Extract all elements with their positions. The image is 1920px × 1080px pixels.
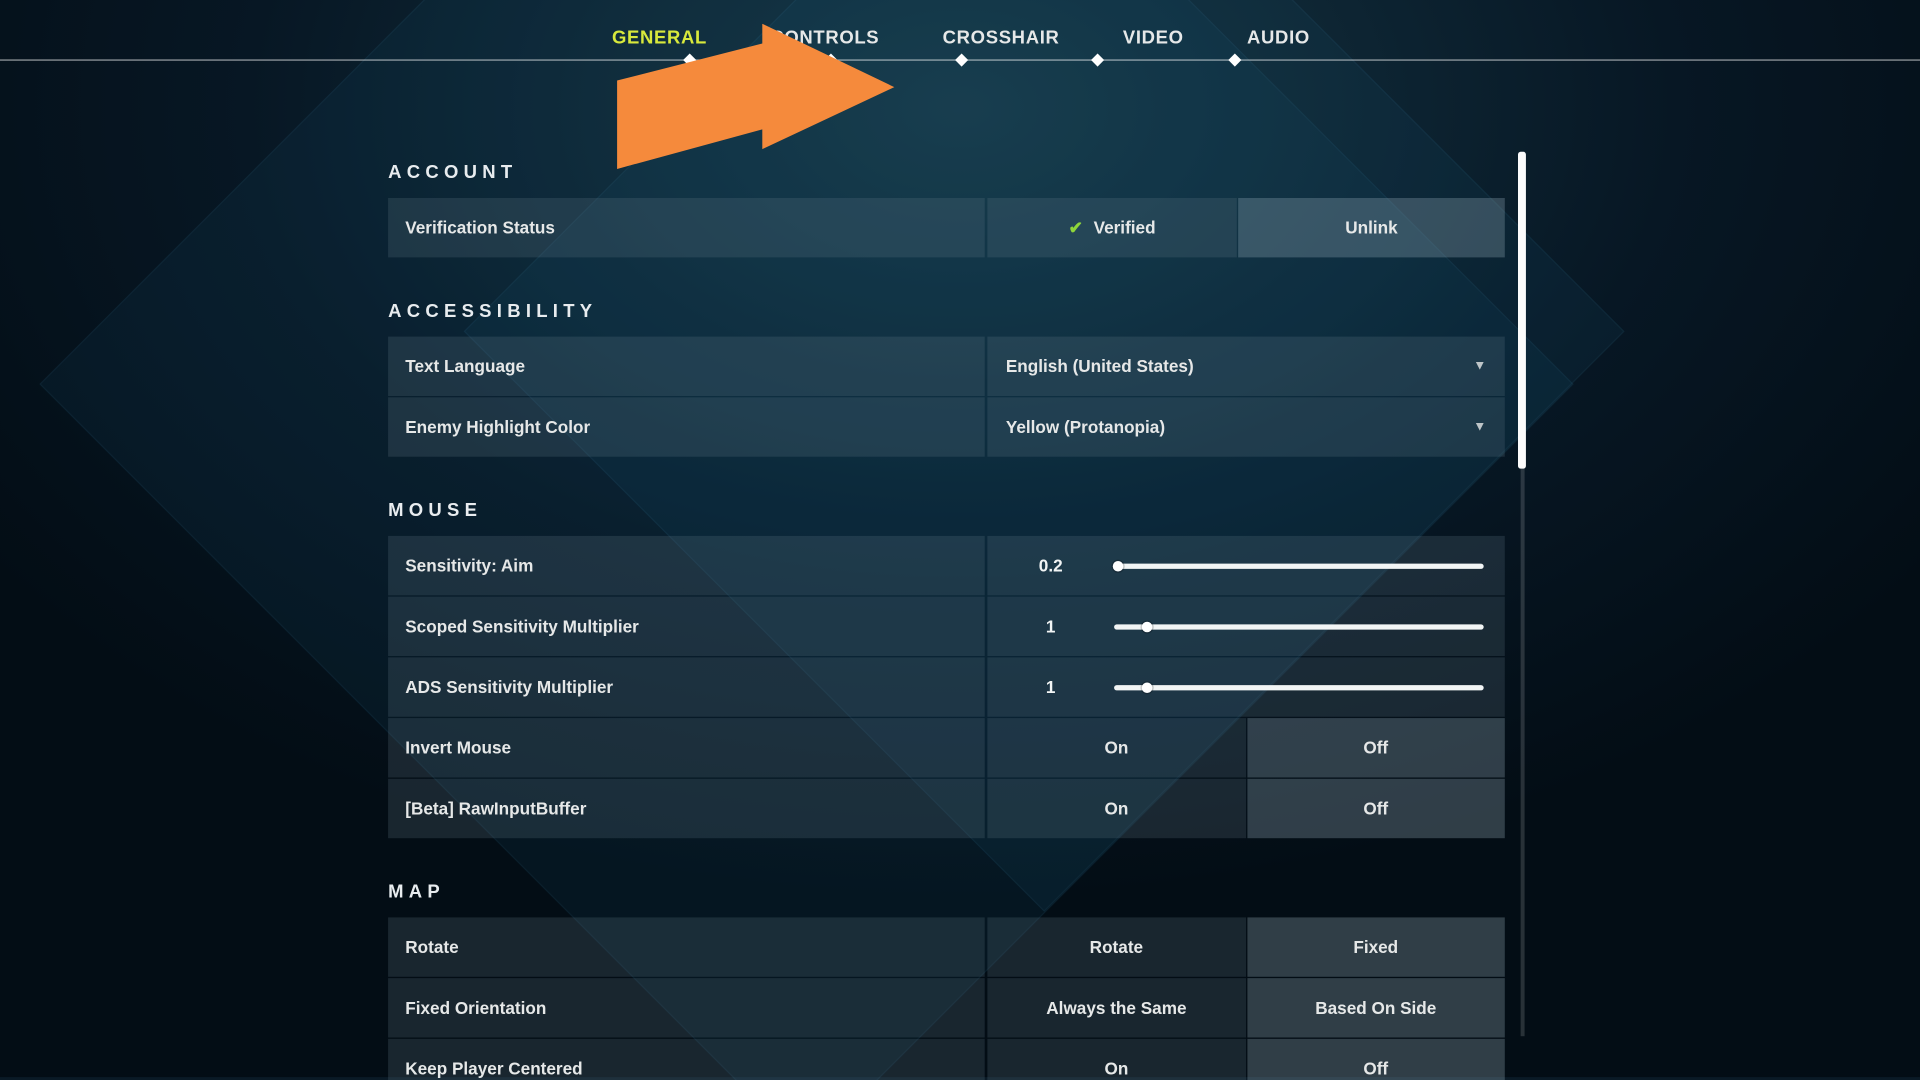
slider-knob[interactable] xyxy=(1142,682,1153,693)
label-invert-mouse: Invert Mouse xyxy=(388,718,985,777)
toggle-keepcenter-off[interactable]: Off xyxy=(1247,1039,1505,1080)
label-rawinputbuffer: [Beta] RawInputBuffer xyxy=(388,779,985,838)
annotation-arrow-icon xyxy=(614,24,898,196)
toggle-invert-off[interactable]: Off xyxy=(1247,718,1505,777)
label-keep-centered: Keep Player Centered xyxy=(388,1039,985,1080)
label-map-rotate: Rotate xyxy=(388,917,985,976)
toggle-fixedori-same[interactable]: Always the Same xyxy=(987,978,1245,1037)
row-scoped-sens: Scoped Sensitivity Multiplier 1 xyxy=(388,597,1505,656)
row-enemy-highlight: Enemy Highlight Color Yellow (Protanopia… xyxy=(388,397,1505,456)
value-ads-sens[interactable]: 1 xyxy=(987,677,1114,697)
toggle-keepcenter-on[interactable]: On xyxy=(987,1039,1245,1080)
dropdown-text-language[interactable]: English (United States) ▼ xyxy=(987,337,1504,396)
value-sensitivity-aim[interactable]: 0.2 xyxy=(987,556,1114,576)
label-scoped-sens: Scoped Sensitivity Multiplier xyxy=(388,597,985,656)
dropdown-enemy-highlight[interactable]: Yellow (Protanopia) ▼ xyxy=(987,397,1504,456)
label-fixed-orientation: Fixed Orientation xyxy=(388,978,985,1037)
slider-ads-sens[interactable] xyxy=(1114,684,1484,689)
settings-panel: Account Verification Status ✔ Verified U… xyxy=(388,143,1505,1080)
label-text-language: Text Language xyxy=(388,337,985,396)
tab-crosshair[interactable]: Crosshair xyxy=(940,21,1062,53)
dropdown-value: English (United States) xyxy=(1006,356,1194,376)
section-header-account: Account xyxy=(388,161,1505,182)
toggle-fixedori-side[interactable]: Based On Side xyxy=(1247,978,1505,1037)
verified-text: Verified xyxy=(1094,218,1156,238)
label-ads-sens: ADS Sensitivity Multiplier xyxy=(388,657,985,716)
section-header-mouse: Mouse xyxy=(388,499,1505,520)
row-sensitivity-aim: Sensitivity: Aim 0.2 xyxy=(388,536,1505,595)
row-verification-status: Verification Status ✔ Verified Unlink xyxy=(388,198,1505,257)
row-map-rotate: Rotate Rotate Fixed xyxy=(388,917,1505,976)
row-rawinputbuffer: [Beta] RawInputBuffer On Off xyxy=(388,779,1505,838)
toggle-rotate-fixed[interactable]: Fixed xyxy=(1247,917,1505,976)
section-header-accessibility: Accessibility xyxy=(388,300,1505,321)
settings-tabs: General Controls Crosshair Video Audio xyxy=(0,21,1920,53)
label-sensitivity-aim: Sensitivity: Aim xyxy=(388,536,985,595)
toggle-rawbuf-on[interactable]: On xyxy=(987,779,1245,838)
chevron-down-icon: ▼ xyxy=(1473,420,1486,435)
row-fixed-orientation: Fixed Orientation Always the Same Based … xyxy=(388,978,1505,1037)
tab-video[interactable]: Video xyxy=(1120,21,1186,53)
value-scoped-sens[interactable]: 1 xyxy=(987,616,1114,636)
toggle-rawbuf-off[interactable]: Off xyxy=(1247,779,1505,838)
chevron-down-icon: ▼ xyxy=(1473,359,1486,374)
dropdown-value: Yellow (Protanopia) xyxy=(1006,417,1165,437)
unlink-button[interactable]: Unlink xyxy=(1238,198,1505,257)
scrollbar-thumb[interactable] xyxy=(1518,152,1526,469)
section-header-map: Map xyxy=(388,880,1505,901)
toggle-rotate-rotate[interactable]: Rotate xyxy=(987,917,1245,976)
row-keep-centered: Keep Player Centered On Off xyxy=(388,1039,1505,1080)
row-ads-sens: ADS Sensitivity Multiplier 1 xyxy=(388,657,1505,716)
toggle-invert-on[interactable]: On xyxy=(987,718,1245,777)
row-invert-mouse: Invert Mouse On Off xyxy=(388,718,1505,777)
tab-audio[interactable]: Audio xyxy=(1244,21,1312,53)
check-icon: ✔ xyxy=(1069,217,1083,238)
status-verified: ✔ Verified xyxy=(987,198,1236,257)
row-text-language: Text Language English (United States) ▼ xyxy=(388,337,1505,396)
slider-sensitivity-aim[interactable] xyxy=(1114,563,1484,568)
label-enemy-highlight: Enemy Highlight Color xyxy=(388,397,985,456)
slider-scoped-sens[interactable] xyxy=(1114,624,1484,629)
label-verification-status: Verification Status xyxy=(388,198,985,257)
slider-knob[interactable] xyxy=(1112,560,1123,571)
slider-knob[interactable] xyxy=(1142,621,1153,632)
